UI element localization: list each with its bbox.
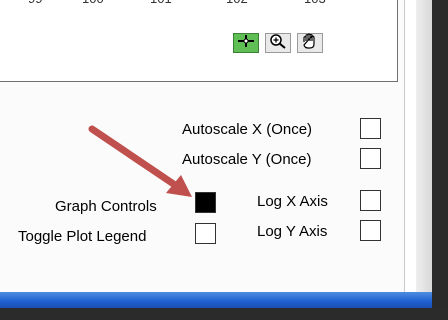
taskbar-strip [0, 292, 432, 308]
window-frame-edge [416, 0, 448, 320]
crosshair-icon [237, 34, 255, 53]
log-x-axis-label: Log X Axis [257, 193, 328, 210]
autoscale-y-checkbox[interactable] [360, 148, 381, 169]
zoom-tool-button[interactable] [265, 33, 291, 53]
graph-controls-label: Graph Controls [55, 198, 157, 215]
x-tick-label: 99 [28, 0, 42, 6]
plot-tools [233, 33, 323, 53]
log-y-axis-checkbox[interactable] [360, 220, 381, 241]
x-tick-label: 103 [304, 0, 326, 6]
autoscale-y-label: Autoscale Y (Once) [182, 151, 312, 168]
graph-window: 99 100 101 102 103 [0, 0, 448, 320]
toggle-plot-legend-label: Toggle Plot Legend [18, 228, 147, 245]
crosshair-tool-button[interactable] [233, 33, 259, 53]
x-tick-label: 102 [226, 0, 248, 6]
pan-tool-button[interactable] [297, 33, 323, 53]
window-bottom-frame [0, 308, 448, 320]
graph-panel: 99 100 101 102 103 [0, 0, 398, 82]
graph-controls-checkbox[interactable] [195, 192, 216, 213]
log-y-axis-label: Log Y Axis [257, 223, 328, 240]
x-tick-label: 101 [150, 0, 172, 6]
x-axis-ticks: 99 100 101 102 103 [0, 0, 380, 6]
x-tick-label: 100 [82, 0, 104, 6]
toggle-plot-legend-checkbox[interactable] [195, 223, 216, 244]
zoom-icon [269, 33, 287, 54]
autoscale-x-checkbox[interactable] [360, 118, 381, 139]
autoscale-x-label: Autoscale X (Once) [182, 121, 313, 138]
log-x-axis-checkbox[interactable] [360, 190, 381, 211]
hand-icon [301, 33, 319, 54]
